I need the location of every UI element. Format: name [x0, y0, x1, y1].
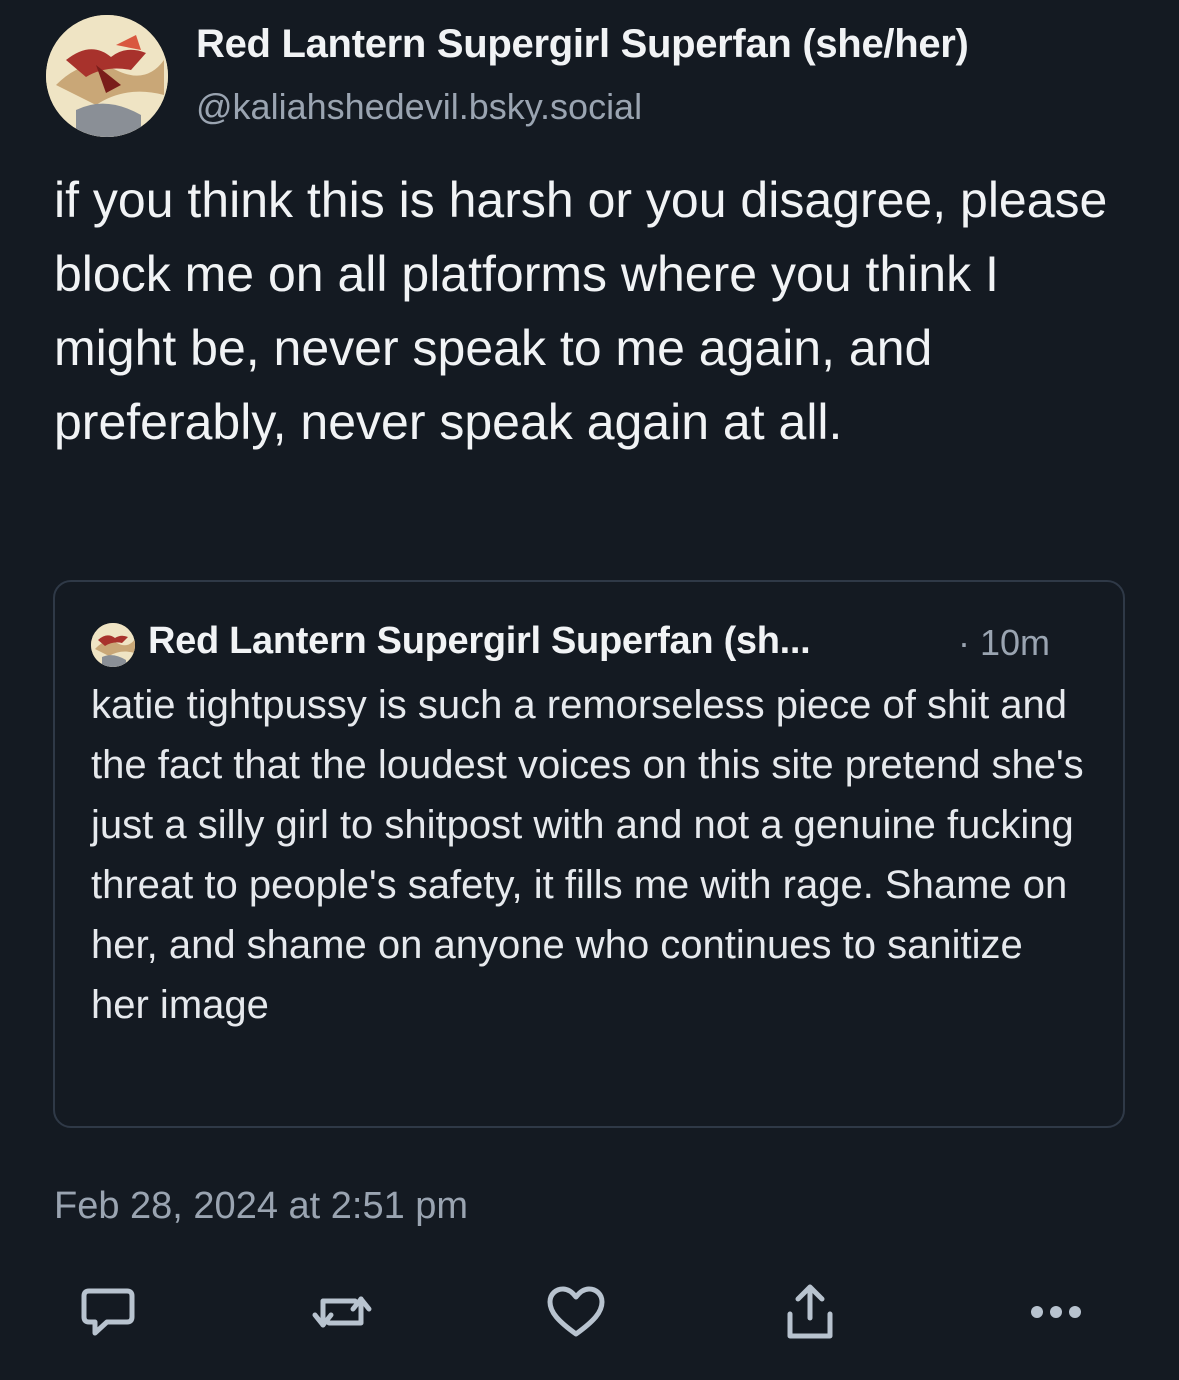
post-timestamp: Feb 28, 2024 at 2:51 pm [54, 1185, 469, 1227]
share-button[interactable] [780, 1282, 840, 1342]
quoted-post-time: · 10m [958, 622, 1051, 663]
repost-icon [311, 1287, 373, 1337]
quoted-author-avatar [91, 623, 135, 667]
like-button[interactable] [546, 1282, 606, 1342]
quoted-post-card[interactable]: Red Lantern Supergirl Superfan (sh... · … [53, 580, 1125, 1128]
reply-button[interactable] [78, 1282, 138, 1342]
reply-icon [79, 1285, 137, 1339]
post-text: if you think this is harsh or you disagr… [54, 172, 1108, 450]
author-avatar[interactable] [46, 15, 168, 137]
heart-icon [546, 1285, 606, 1339]
post: Red Lantern Supergirl Superfan (she/her)… [0, 0, 1179, 1380]
repost-button[interactable] [312, 1282, 372, 1342]
author-display-name[interactable]: Red Lantern Supergirl Superfan (she/her) [196, 22, 969, 67]
more-options-button[interactable] [1026, 1282, 1086, 1342]
quoted-author-name: Red Lantern Supergirl Superfan (sh... [148, 620, 811, 662]
share-icon [782, 1282, 838, 1342]
quoted-post-text: katie tightpussy is such a remorseless p… [91, 683, 1084, 1027]
author-handle[interactable]: @kaliahshedevil.bsky.social [196, 86, 642, 128]
more-icon [1029, 1304, 1083, 1320]
